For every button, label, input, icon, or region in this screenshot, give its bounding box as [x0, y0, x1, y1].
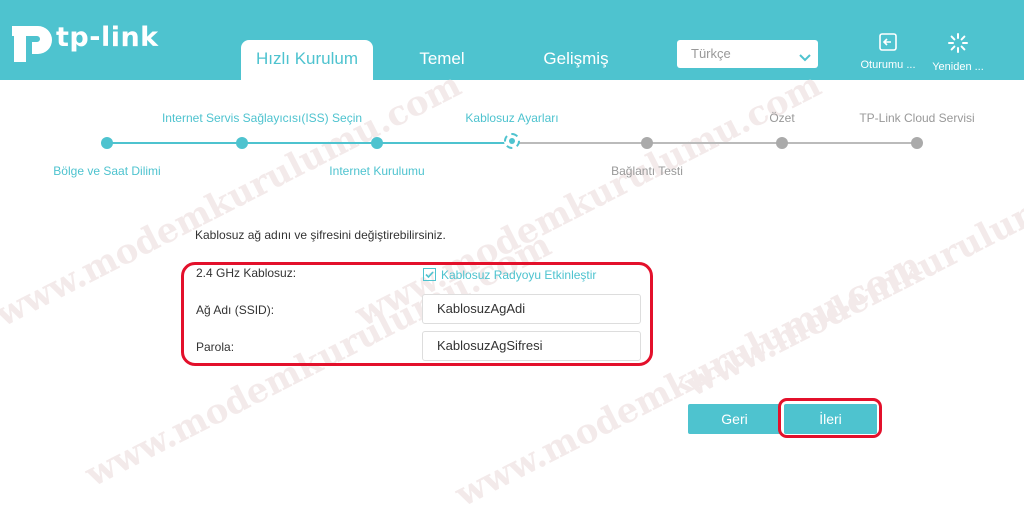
logout-label: Oturumu ...: [860, 59, 916, 71]
reboot-label: Yeniden ...: [932, 61, 984, 73]
wireless-intro-text: Kablosuz ağ adını ve şifresini değiştire…: [195, 228, 446, 242]
language-select[interactable]: Türkçe: [677, 40, 818, 68]
enable-radio-checkbox[interactable]: Kablosuz Radyoyu Etkinleştir: [423, 266, 596, 284]
step-dot-wireless: [504, 133, 520, 149]
brand-name: tp-link: [56, 22, 159, 53]
ssid-input[interactable]: KablosuzAgAdi: [422, 294, 641, 324]
step-dot-connection-test: [641, 137, 653, 149]
password-input[interactable]: KablosuzAgSifresi: [422, 331, 641, 361]
progress-line-todo: [512, 142, 917, 144]
tab-basic[interactable]: Temel: [402, 40, 482, 80]
step-dot-internet: [371, 137, 383, 149]
step-dot-isp: [236, 137, 248, 149]
chevron-down-icon: [798, 46, 812, 74]
step-label-summary: Özet: [769, 111, 795, 125]
password-label: Parola:: [196, 340, 235, 354]
step-dot-summary: [776, 137, 788, 149]
ssid-label: Ağ Adı (SSID):: [196, 303, 275, 317]
progress-line-done: [107, 142, 512, 144]
language-value: Türkçe: [691, 46, 731, 61]
band-label: 2.4 GHz Kablosuz:: [196, 266, 297, 280]
tab-advanced[interactable]: Gelişmiş: [530, 40, 622, 80]
reboot-button[interactable]: Yeniden ...: [926, 32, 990, 73]
checkbox-check-icon[interactable]: [423, 268, 436, 282]
logout-button[interactable]: Oturumu ...: [856, 32, 920, 71]
top-header: tp-link Hızlı Kurulum Temel Gelişmiş Tür…: [0, 0, 1024, 80]
logout-icon: [878, 33, 898, 56]
highlight-outline-next: [778, 398, 882, 438]
tp-link-logo-icon: [6, 14, 58, 69]
step-label-connection-test: Bağlantı Testi: [611, 164, 683, 178]
step-label-internet: Internet Kurulumu: [329, 164, 425, 178]
tab-label: Hızlı Kurulum: [255, 49, 359, 68]
back-button-label: Geri: [721, 411, 748, 427]
watermark-text: www.modemkurulumu.com: [679, 134, 1024, 406]
back-button[interactable]: Geri: [688, 404, 781, 434]
tab-label: Temel: [419, 49, 465, 68]
tab-quick-setup[interactable]: Hızlı Kurulum: [241, 40, 373, 80]
step-label-isp: Internet Servis Sağlayıcısı(ISS) Seçin: [161, 111, 363, 125]
reboot-icon: [947, 33, 969, 58]
tab-label: Gelişmiş: [543, 49, 609, 68]
step-label-region: Bölge ve Saat Dilimi: [53, 164, 161, 178]
step-label-cloud: TP-Link Cloud Servisi: [859, 111, 975, 125]
step-label-wireless: Kablosuz Ayarları: [465, 111, 559, 125]
step-dot-region: [101, 137, 113, 149]
step-dot-cloud: [911, 137, 923, 149]
enable-radio-label: Kablosuz Radyoyu Etkinleştir: [441, 267, 597, 282]
